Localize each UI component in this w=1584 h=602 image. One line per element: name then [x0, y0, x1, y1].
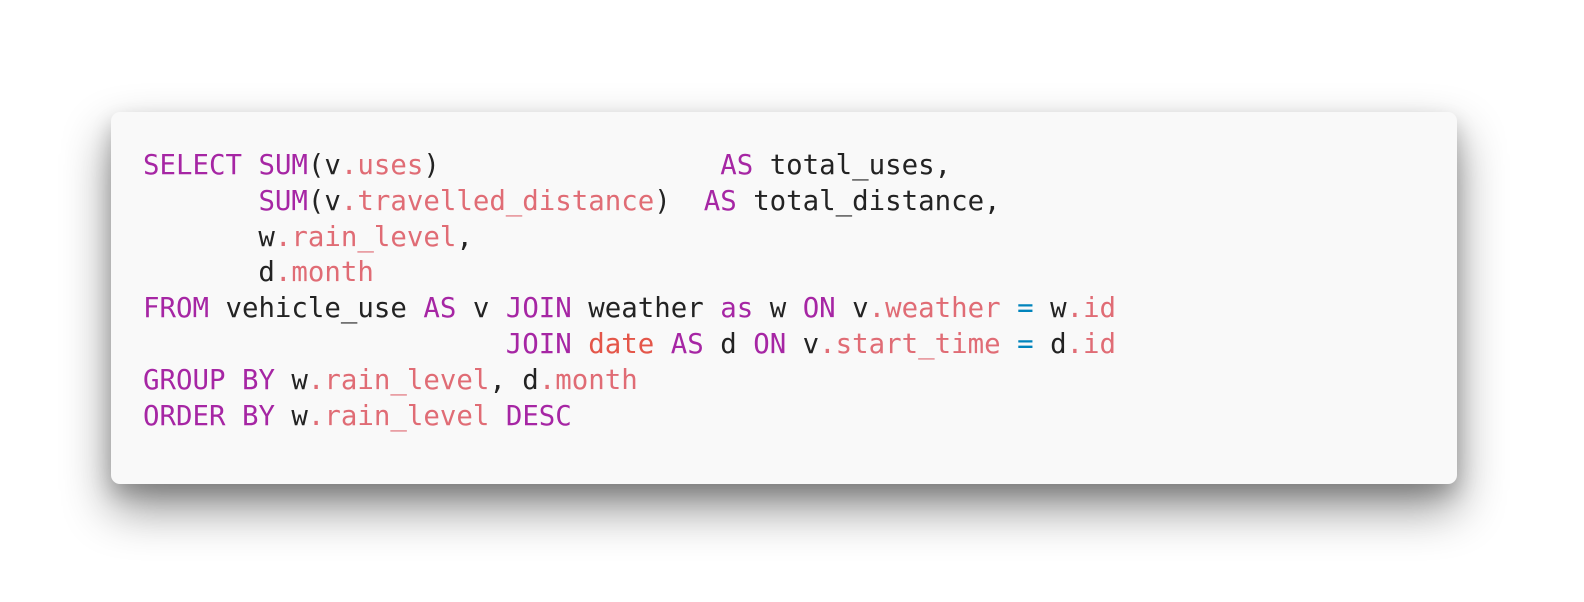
- sql-text: w: [143, 221, 275, 253]
- code-line: GROUP BY w.rain_level, d.month: [143, 363, 1457, 399]
- sql-keyword: AS: [670, 328, 704, 360]
- sql-text: v: [835, 293, 869, 325]
- sql-text: w: [753, 293, 803, 325]
- code-window: SELECT SUM(v.uses) AS total_uses, SUM(v.…: [111, 112, 1457, 484]
- sql-keyword: BY: [241, 364, 275, 396]
- sql-keyword: FROM: [143, 293, 209, 325]
- code-line: d.month: [143, 255, 1457, 291]
- code-line: JOIN date AS d ON v.start_time = d.id: [143, 327, 1457, 363]
- sql-text: total_distance,: [736, 185, 1001, 217]
- sql-text: weather: [571, 293, 721, 325]
- code-line: SUM(v.travelled_distance) AS total_dista…: [143, 184, 1457, 220]
- sql-column: .travelled_distance: [340, 185, 655, 217]
- sql-text: (v: [307, 185, 341, 217]
- sql-text: d: [143, 257, 275, 289]
- sql-text: v: [456, 293, 506, 325]
- sql-keyword: AS: [423, 293, 457, 325]
- sql-operator: =: [1017, 293, 1034, 325]
- sql-keyword: BY: [241, 400, 275, 432]
- sql-text: (v: [307, 150, 341, 181]
- sql-column: .rain_level: [274, 221, 457, 253]
- sql-keyword: ON: [753, 328, 787, 360]
- sql-text: vehicle_use: [208, 293, 424, 325]
- sql-text: ,: [456, 221, 473, 253]
- sql-text: ): [654, 185, 704, 217]
- sql-function: SUM: [258, 150, 308, 181]
- sql-column: .rain_level: [307, 400, 490, 432]
- canvas: SELECT SUM(v.uses) AS total_uses, SUM(v.…: [0, 0, 1584, 602]
- sql-text: d: [1033, 328, 1067, 360]
- sql-keyword: JOIN: [505, 328, 572, 360]
- sql-column: .uses: [340, 150, 424, 181]
- sql-keyword: DESC: [505, 400, 572, 432]
- sql-column: .month: [538, 364, 638, 396]
- sql-function: SUM: [258, 185, 308, 217]
- sql-keyword: as: [720, 293, 754, 325]
- sql-keyword: ON: [802, 293, 836, 325]
- sql-column: .start_time: [819, 328, 1001, 360]
- sql-keyword: ORDER: [143, 400, 226, 432]
- code-line: w.rain_level,: [143, 220, 1457, 256]
- sql-text: w: [274, 364, 308, 396]
- sql-keyword: JOIN: [505, 293, 572, 325]
- sql-operator: =: [1017, 328, 1034, 360]
- sql-column: .id: [1066, 293, 1117, 325]
- sql-text: v: [786, 328, 820, 360]
- sql-text: d: [703, 328, 754, 360]
- code-line: SELECT SUM(v.uses) AS total_uses,: [143, 148, 1457, 184]
- code-line: FROM vehicle_use AS v JOIN weather as w …: [143, 291, 1457, 327]
- sql-keyword: AS: [720, 150, 754, 181]
- sql-text: , d: [489, 364, 539, 396]
- sql-keyword: SELECT: [143, 150, 242, 181]
- sql-text: total_uses,: [753, 150, 952, 181]
- code-line: ORDER BY w.rain_level DESC: [143, 399, 1457, 435]
- sql-keyword: AS: [703, 185, 737, 217]
- sql-text: ): [423, 150, 721, 181]
- sql-column: .weather: [868, 293, 1001, 325]
- sql-table: date: [588, 328, 655, 360]
- sql-column: .month: [274, 257, 374, 289]
- sql-text: w: [274, 400, 308, 432]
- sql-keyword: GROUP: [143, 364, 226, 396]
- sql-column: .id: [1066, 328, 1117, 360]
- sql-text: w: [1033, 293, 1067, 325]
- code-block: SELECT SUM(v.uses) AS total_uses, SUM(v.…: [143, 148, 1457, 434]
- sql-column: .rain_level: [307, 364, 490, 396]
